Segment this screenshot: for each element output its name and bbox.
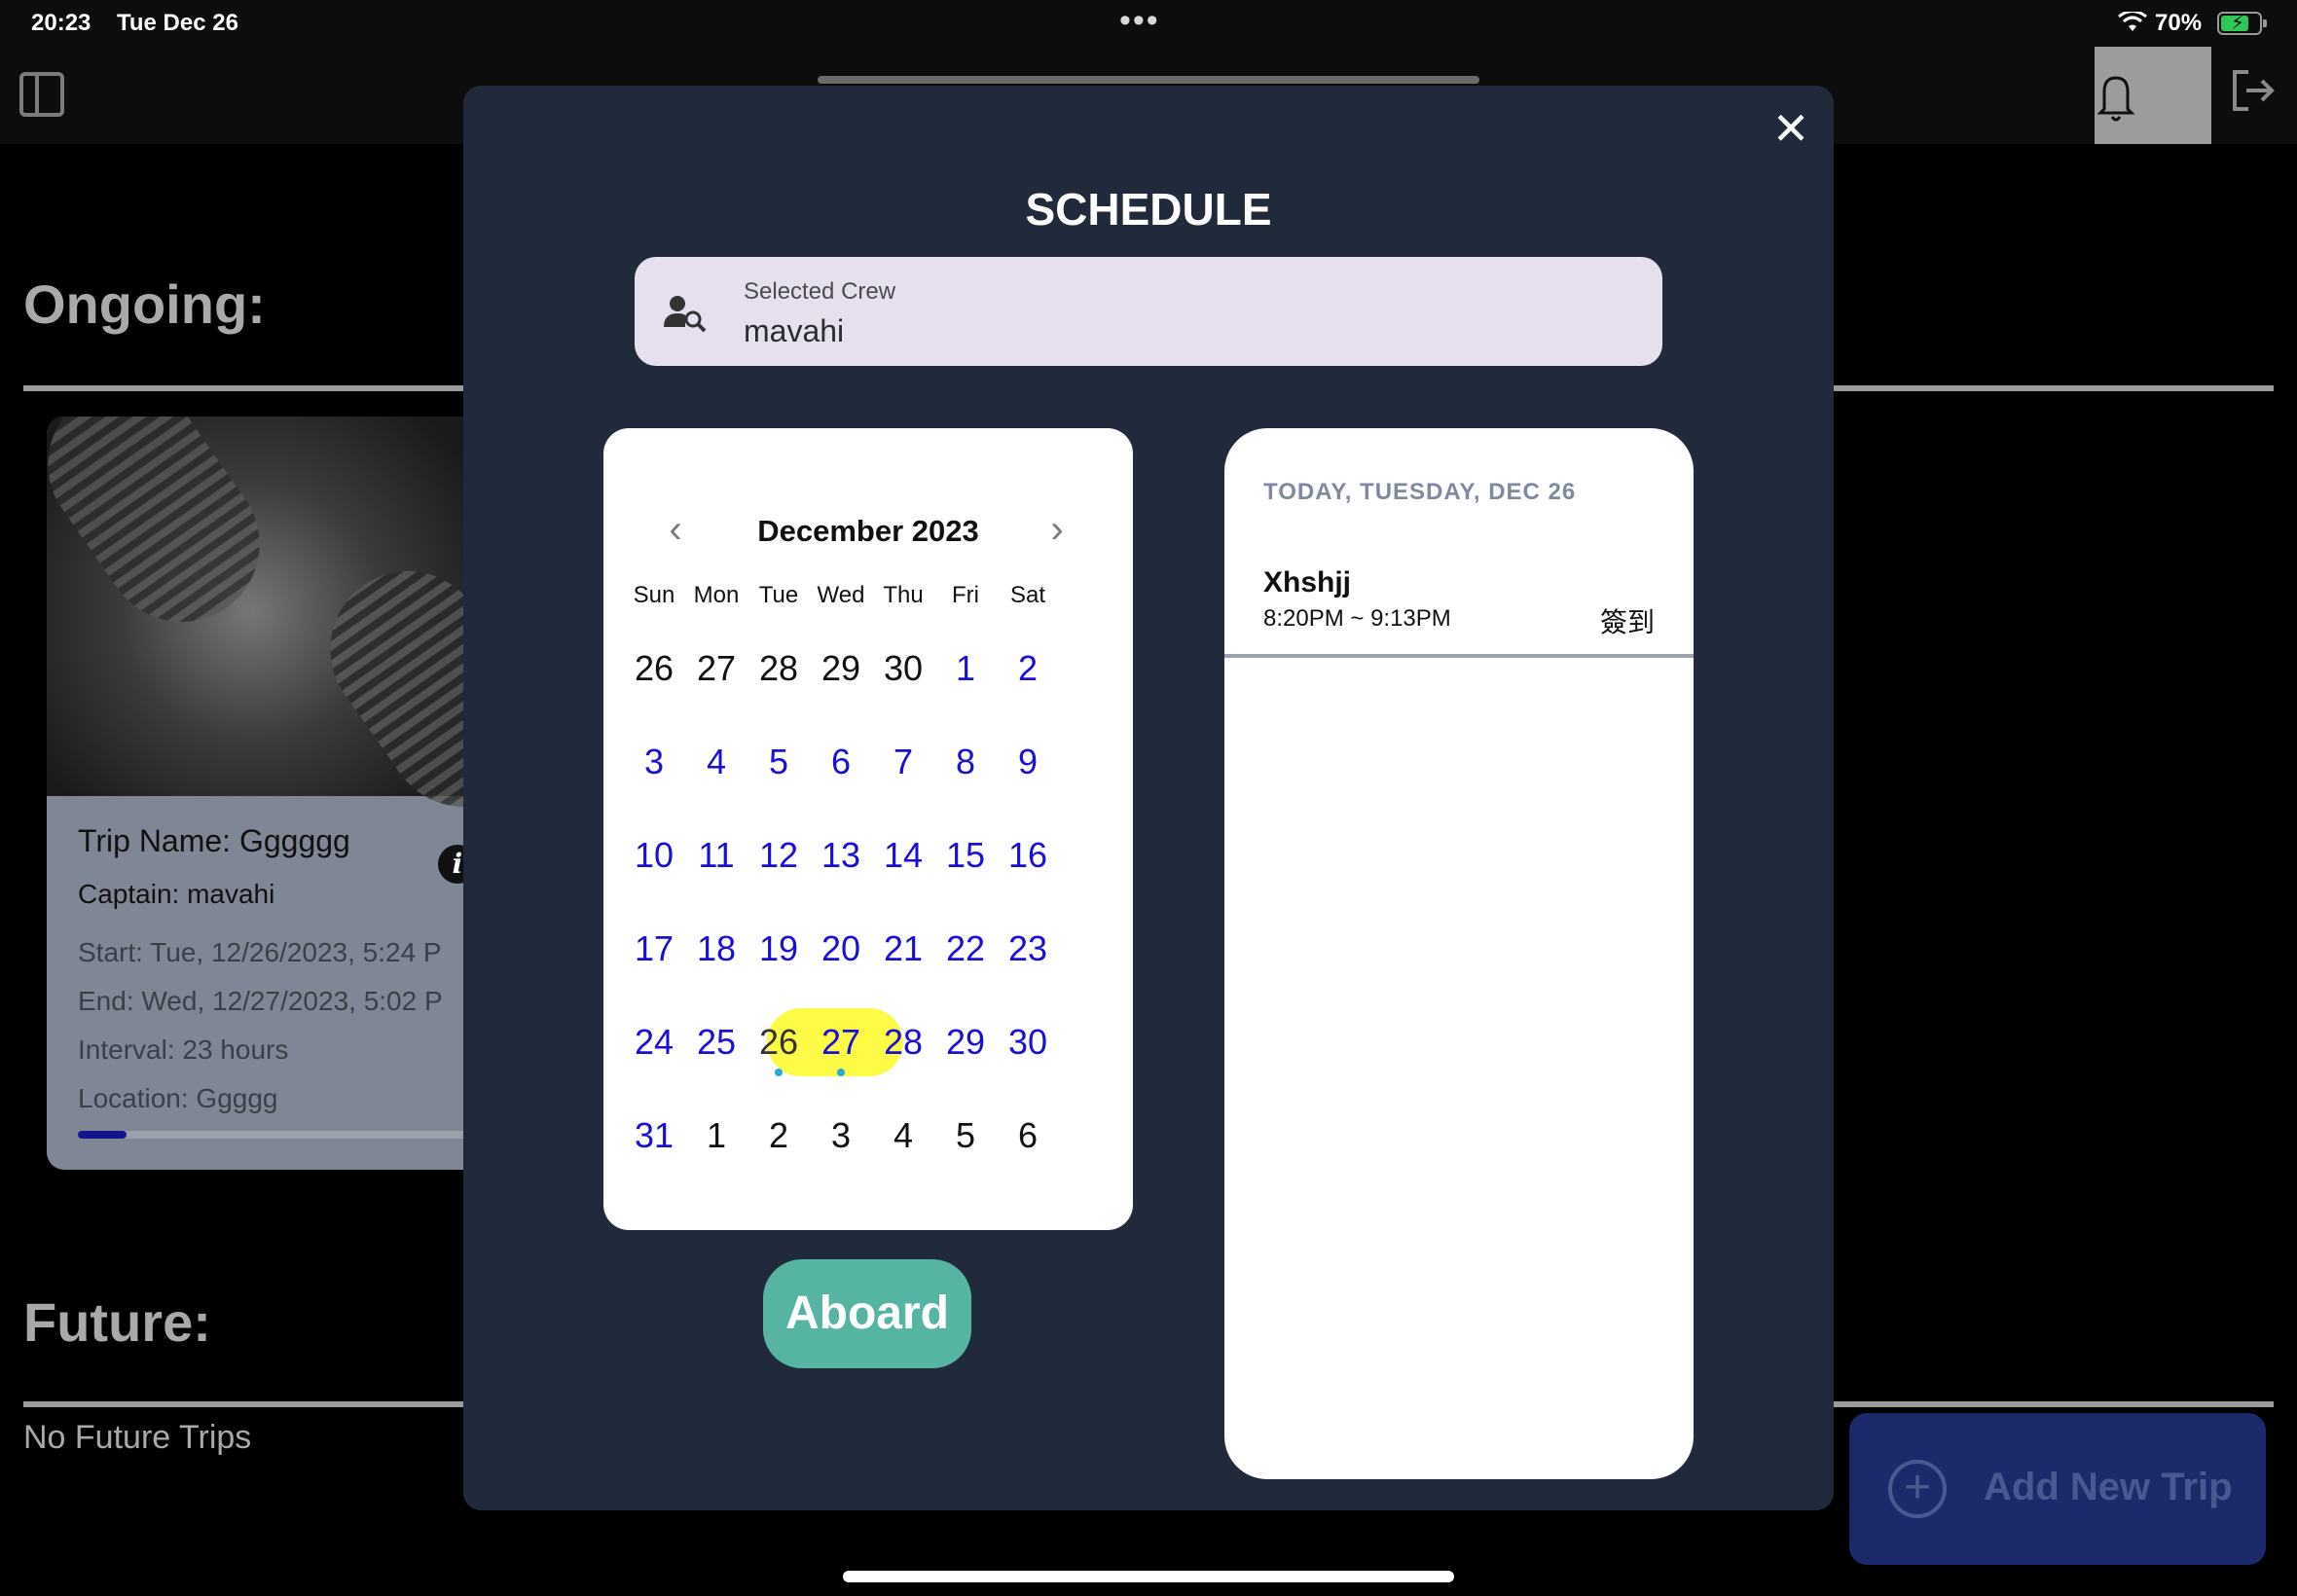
calendar-day[interactable]: 28 bbox=[747, 648, 810, 689]
person-search-icon bbox=[664, 296, 707, 333]
schedule-modal: ✕ SCHEDULE Selected Crew mavahi ‹ Decemb… bbox=[463, 86, 1834, 1510]
calendar-day[interactable]: 1 bbox=[934, 648, 997, 689]
calendar-day[interactable]: 27 bbox=[685, 648, 747, 689]
calendar-day[interactable]: 8 bbox=[934, 742, 997, 782]
plus-circle-icon: + bbox=[1888, 1460, 1947, 1518]
agenda-panel: TODAY, TUESDAY, DEC 26 Xhshjj 8:20PM ~ 9… bbox=[1224, 428, 1694, 1479]
event-dot bbox=[775, 1069, 783, 1076]
aboard-button[interactable]: Aboard bbox=[763, 1259, 971, 1368]
battery-icon: ⚡ bbox=[2217, 12, 2267, 35]
bell-icon[interactable] bbox=[2096, 70, 2135, 125]
weekday-label: Thu bbox=[883, 582, 924, 608]
close-icon[interactable]: ✕ bbox=[1768, 105, 1814, 152]
selected-crew-field[interactable]: Selected Crew mavahi bbox=[635, 257, 1662, 366]
trip-captain: Captain: mavahi bbox=[78, 879, 275, 909]
calendar-day[interactable]: 30 bbox=[872, 648, 934, 689]
calendar-day[interactable]: 16 bbox=[997, 835, 1059, 876]
status-bar: 20:23 Tue Dec 26 ••• 70% ⚡ bbox=[0, 0, 2297, 47]
calendar-day[interactable]: 10 bbox=[623, 835, 685, 876]
calendar-day[interactable]: 5 bbox=[934, 1115, 997, 1156]
calendar-day[interactable]: 31 bbox=[623, 1115, 685, 1156]
trip-image bbox=[47, 417, 514, 838]
calendar-day[interactable]: 24 bbox=[623, 1022, 685, 1063]
crew-field-label: Selected Crew bbox=[744, 278, 896, 305]
weekday-label: Wed bbox=[817, 582, 865, 608]
calendar-day[interactable]: 17 bbox=[623, 928, 685, 969]
no-future-trips-text: No Future Trips bbox=[23, 1419, 252, 1456]
multitasking-dots-icon[interactable]: ••• bbox=[1119, 2, 1160, 40]
weekday-label: Tue bbox=[758, 582, 799, 608]
nav-title-placeholder bbox=[818, 76, 1479, 84]
calendar-day[interactable]: 28 bbox=[872, 1022, 934, 1063]
calendar-day[interactable]: 2 bbox=[747, 1115, 810, 1156]
calendar-day[interactable]: 26 bbox=[623, 648, 685, 689]
chevron-right-icon[interactable]: › bbox=[1038, 510, 1076, 551]
calendar-day[interactable]: 23 bbox=[997, 928, 1059, 969]
modal-title: SCHEDULE bbox=[1025, 184, 1272, 235]
calendar-day[interactable]: 3 bbox=[623, 742, 685, 782]
agenda-item[interactable]: Xhshjj 8:20PM ~ 9:13PM 簽到 bbox=[1224, 545, 1694, 658]
check-in-button[interactable]: 簽到 bbox=[1600, 601, 1655, 640]
calendar-day[interactable]: 14 bbox=[872, 835, 934, 876]
trip-start: Start: Tue, 12/26/2023, 5:24 P bbox=[78, 937, 442, 967]
future-heading: Future: bbox=[23, 1291, 211, 1353]
calendar-day[interactable]: 29 bbox=[810, 648, 872, 689]
calendar-day[interactable]: 21 bbox=[872, 928, 934, 969]
weekday-label: Fri bbox=[952, 582, 979, 608]
trip-end: End: Wed, 12/27/2023, 5:02 P bbox=[78, 986, 443, 1016]
sidebar-toggle-icon[interactable] bbox=[19, 72, 64, 117]
chevron-left-icon[interactable]: ‹ bbox=[656, 510, 695, 551]
calendar-month-label: December 2023 bbox=[757, 514, 979, 548]
calendar-day[interactable]: 27 bbox=[810, 1022, 872, 1063]
crew-field-value: mavahi bbox=[744, 313, 845, 348]
calendar-day[interactable]: 2 bbox=[997, 648, 1059, 689]
ongoing-heading: Ongoing: bbox=[23, 273, 266, 335]
wifi-icon bbox=[2118, 12, 2147, 31]
logout-icon[interactable] bbox=[2229, 66, 2278, 115]
trip-info: Trip Name: Gggggg Captain: mavahi Start:… bbox=[78, 823, 443, 1114]
calendar-day[interactable]: 30 bbox=[997, 1022, 1059, 1063]
calendar-day[interactable]: 15 bbox=[934, 835, 997, 876]
agenda-item-title: Xhshjj bbox=[1263, 566, 1352, 598]
weekday-label: Mon bbox=[693, 582, 740, 608]
status-date: Tue Dec 26 bbox=[117, 10, 238, 36]
trip-progress-bar bbox=[78, 1131, 487, 1139]
trip-interval: Interval: 23 hours bbox=[78, 1034, 289, 1065]
calendar-day[interactable]: 5 bbox=[747, 742, 810, 782]
calendar-day[interactable]: 20 bbox=[810, 928, 872, 969]
weekday-label: Sat bbox=[1009, 582, 1046, 608]
calendar-day[interactable]: 19 bbox=[747, 928, 810, 969]
calendar-day[interactable]: 4 bbox=[872, 1115, 934, 1156]
home-indicator[interactable] bbox=[843, 1571, 1454, 1582]
calendar-day[interactable]: 7 bbox=[872, 742, 934, 782]
calendar-day[interactable]: 4 bbox=[685, 742, 747, 782]
calendar: ‹ December 2023 › Sun Mon Tue Wed Thu Fri Sat 2… bbox=[603, 428, 1133, 1230]
calendar-day[interactable]: 12 bbox=[747, 835, 810, 876]
calendar-day[interactable]: 11 bbox=[685, 835, 747, 876]
calendar-day[interactable]: 6 bbox=[810, 742, 872, 782]
calendar-day[interactable]: 25 bbox=[685, 1022, 747, 1063]
app-root: 20:23 Tue Dec 26 ••• 70% ⚡ Ongoing: Trip… bbox=[0, 0, 2297, 1596]
add-new-trip-button[interactable]: + Add New Trip bbox=[1849, 1413, 2266, 1565]
status-time: 20:23 bbox=[31, 10, 91, 36]
agenda-date-header: TODAY, TUESDAY, DEC 26 bbox=[1263, 479, 1577, 505]
weekday-label: Sun bbox=[633, 582, 675, 608]
calendar-day[interactable]: 3 bbox=[810, 1115, 872, 1156]
calendar-day[interactable]: 26 bbox=[747, 1022, 810, 1063]
trip-card[interactable]: Trip Name: Gggggg Captain: mavahi Start:… bbox=[47, 417, 514, 1170]
agenda-item-time: 8:20PM ~ 9:13PM bbox=[1263, 605, 1451, 632]
calendar-day[interactable]: 29 bbox=[934, 1022, 997, 1063]
calendar-day[interactable]: 9 bbox=[997, 742, 1059, 782]
calendar-day[interactable]: 22 bbox=[934, 928, 997, 969]
calendar-day[interactable]: 1 bbox=[685, 1115, 747, 1156]
calendar-day[interactable]: 6 bbox=[997, 1115, 1059, 1156]
calendar-day[interactable]: 18 bbox=[685, 928, 747, 969]
calendar-day[interactable]: 13 bbox=[810, 835, 872, 876]
trip-location: Location: Ggggg bbox=[78, 1083, 278, 1113]
trip-name: Trip Name: Gggggg bbox=[78, 823, 350, 858]
add-new-trip-label: Add New Trip bbox=[1984, 1466, 2233, 1508]
event-dot bbox=[837, 1069, 845, 1076]
battery-percent: 70% bbox=[2155, 10, 2203, 36]
